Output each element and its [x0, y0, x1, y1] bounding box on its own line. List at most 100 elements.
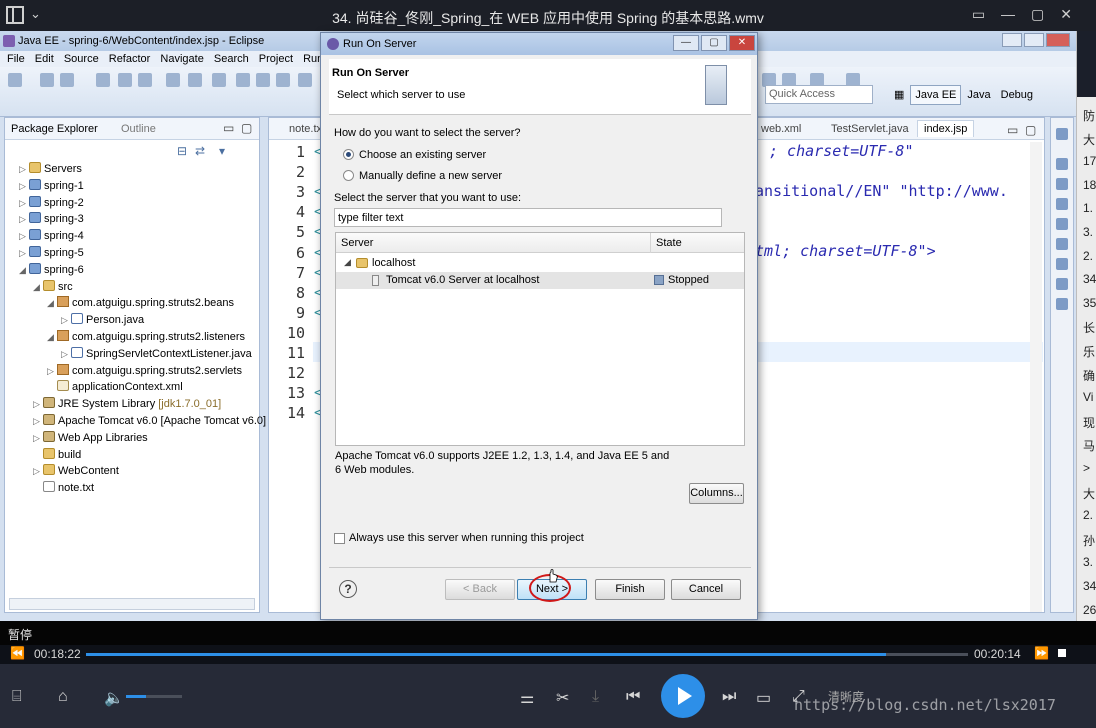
column-divider[interactable]	[650, 233, 651, 253]
link-editor-icon[interactable]: ⇄	[195, 144, 205, 158]
maximize-icon[interactable]: ▢	[701, 35, 727, 51]
save-icon[interactable]	[40, 73, 54, 87]
expand-icon[interactable]: ▷	[19, 164, 29, 175]
server-row-localhost[interactable]: ◢ localhost	[336, 255, 744, 272]
always-use-label[interactable]: Always use this server when running this…	[349, 532, 584, 544]
save-all-icon[interactable]	[60, 73, 74, 87]
tree-item[interactable]: ◢ spring-6	[19, 262, 84, 280]
player-window-controls[interactable]: ▭—▢✕	[972, 6, 1088, 23]
expand-icon[interactable]: ▷	[19, 214, 29, 225]
tree-item[interactable]: note.txt	[33, 481, 94, 498]
menu-project[interactable]: Project	[259, 53, 293, 65]
expand-icon[interactable]: ◢	[19, 265, 29, 276]
stop-icon[interactable]	[276, 73, 290, 87]
view-icon[interactable]	[1056, 238, 1068, 250]
scissors-icon[interactable]: ✂	[556, 688, 569, 708]
view-icon[interactable]	[1056, 298, 1068, 310]
close-icon[interactable]	[1046, 33, 1070, 47]
filter-input[interactable]	[334, 208, 722, 227]
tree-item[interactable]: ▷ Person.java	[61, 313, 144, 330]
tree-item[interactable]: ▷ spring-4	[19, 229, 84, 246]
rewind-icon[interactable]: ⏪	[10, 646, 25, 660]
expand-icon[interactable]: ▷	[33, 466, 43, 477]
collapse-all-icon[interactable]: ⊟	[177, 144, 187, 158]
menu-file[interactable]: File	[7, 53, 25, 65]
tab-testservlet-java[interactable]: TestServlet.java	[831, 123, 909, 135]
maximize-view-icon[interactable]: ▢	[241, 121, 252, 135]
cancel-button[interactable]: Cancel	[671, 579, 741, 600]
download-icon[interactable]: ⤓	[592, 688, 599, 706]
maximize-icon[interactable]	[1024, 33, 1044, 47]
column-server[interactable]: Server	[341, 237, 373, 249]
tree-item[interactable]: ▷ spring-2	[19, 195, 84, 213]
tree-item[interactable]: applicationContext.xml	[47, 380, 183, 397]
horizontal-scrollbar[interactable]	[9, 598, 255, 610]
radio-new-server[interactable]	[343, 170, 354, 181]
tree-item[interactable]: ▷ Servers	[19, 162, 82, 179]
volume-slider[interactable]	[126, 695, 182, 698]
expand-icon[interactable]: ◢	[33, 282, 43, 293]
always-use-checkbox[interactable]	[334, 533, 345, 544]
search-icon[interactable]	[212, 73, 226, 87]
expand-icon[interactable]: ◢	[47, 332, 57, 343]
tab-web-xml[interactable]: web.xml	[761, 123, 801, 135]
code-line-6[interactable]: tml; charset=UTF-8">	[755, 242, 936, 260]
view-menu-icon[interactable]: ▾	[219, 144, 225, 158]
previous-icon[interactable]: ⏮	[626, 688, 640, 706]
next-icon[interactable]: ⏭	[722, 688, 736, 706]
view-icon[interactable]	[1056, 158, 1068, 170]
eclipse-window-controls[interactable]	[1000, 33, 1070, 48]
step-icon[interactable]	[236, 73, 250, 87]
tree-item[interactable]: ◢ com.atguigu.spring.struts2.beans	[47, 296, 234, 313]
tree-item[interactable]: ▷ spring-5	[19, 246, 84, 263]
close-icon[interactable]: ✕	[729, 35, 755, 51]
seek-slider[interactable]	[86, 653, 968, 656]
tree-item[interactable]: ▷ spring-1	[19, 178, 84, 196]
fast-forward-icon[interactable]: ⏩	[1034, 646, 1049, 660]
tree-item[interactable]: ▷ com.atguigu.spring.struts2.servlets	[47, 363, 242, 381]
perspective-java[interactable]: Java	[963, 86, 994, 104]
tree-item[interactable]: build	[33, 447, 81, 465]
column-state[interactable]: State	[656, 237, 682, 249]
minimize-icon[interactable]	[1056, 128, 1068, 140]
build-icon[interactable]	[96, 73, 110, 87]
code-line-1[interactable]: ; charset=UTF-8"	[769, 142, 914, 160]
expand-icon[interactable]: ◢	[47, 298, 57, 309]
redo-icon[interactable]	[188, 73, 202, 87]
minimize-view-icon[interactable]: ▭	[223, 121, 234, 135]
debug-icon[interactable]	[118, 73, 132, 87]
tree-item[interactable]: ▷ JRE System Library [jdk1.7.0_01]	[33, 397, 221, 414]
minimize-icon[interactable]: —	[673, 35, 699, 51]
expand-icon[interactable]: ▷	[19, 231, 29, 242]
expand-icon[interactable]: ◢	[344, 257, 351, 268]
menu-navigate[interactable]: Navigate	[160, 53, 203, 65]
minimize-icon[interactable]	[1002, 33, 1022, 47]
tab-index-jsp[interactable]: index.jsp	[917, 120, 975, 137]
editor-vertical-scrollbar[interactable]	[1030, 142, 1042, 612]
view-icon[interactable]	[1056, 278, 1068, 290]
code-line-3[interactable]: ansitional//EN" "http://www.	[755, 182, 1008, 200]
menu-search[interactable]: Search	[214, 53, 249, 65]
volume-icon[interactable]: 🔈	[104, 688, 124, 708]
view-icon[interactable]	[1056, 218, 1068, 230]
expand-icon[interactable]: ▷	[61, 349, 71, 360]
open-folder-icon[interactable]: ⌂	[58, 688, 68, 706]
briefcase-icon[interactable]: ⌸	[12, 688, 22, 706]
radio-new-server-label[interactable]: Manually define a new server	[359, 170, 502, 182]
perspective-java-ee[interactable]: Java EE	[910, 85, 962, 105]
radio-existing-server[interactable]	[343, 149, 354, 160]
view-icon[interactable]	[1056, 258, 1068, 270]
help-icon[interactable]: ?	[339, 580, 357, 598]
finish-button[interactable]: Finish	[595, 579, 665, 600]
columns-button[interactable]: Columns...	[689, 483, 744, 504]
server-row-tomcat[interactable]: Tomcat v6.0 Server at localhost Stopped	[336, 272, 744, 289]
run-icon[interactable]	[138, 73, 152, 87]
radio-existing-server-label[interactable]: Choose an existing server	[359, 149, 486, 161]
screen-icon[interactable]: ▭	[756, 688, 771, 708]
tree-item[interactable]: ▷ SpringServletContextListener.java	[61, 346, 252, 364]
play-button[interactable]	[661, 674, 705, 718]
expand-icon[interactable]: ▷	[61, 315, 71, 326]
tab-outline[interactable]: Outline	[121, 123, 156, 135]
menu-edit[interactable]: Edit	[35, 53, 54, 65]
expand-icon[interactable]: ▷	[33, 416, 43, 427]
